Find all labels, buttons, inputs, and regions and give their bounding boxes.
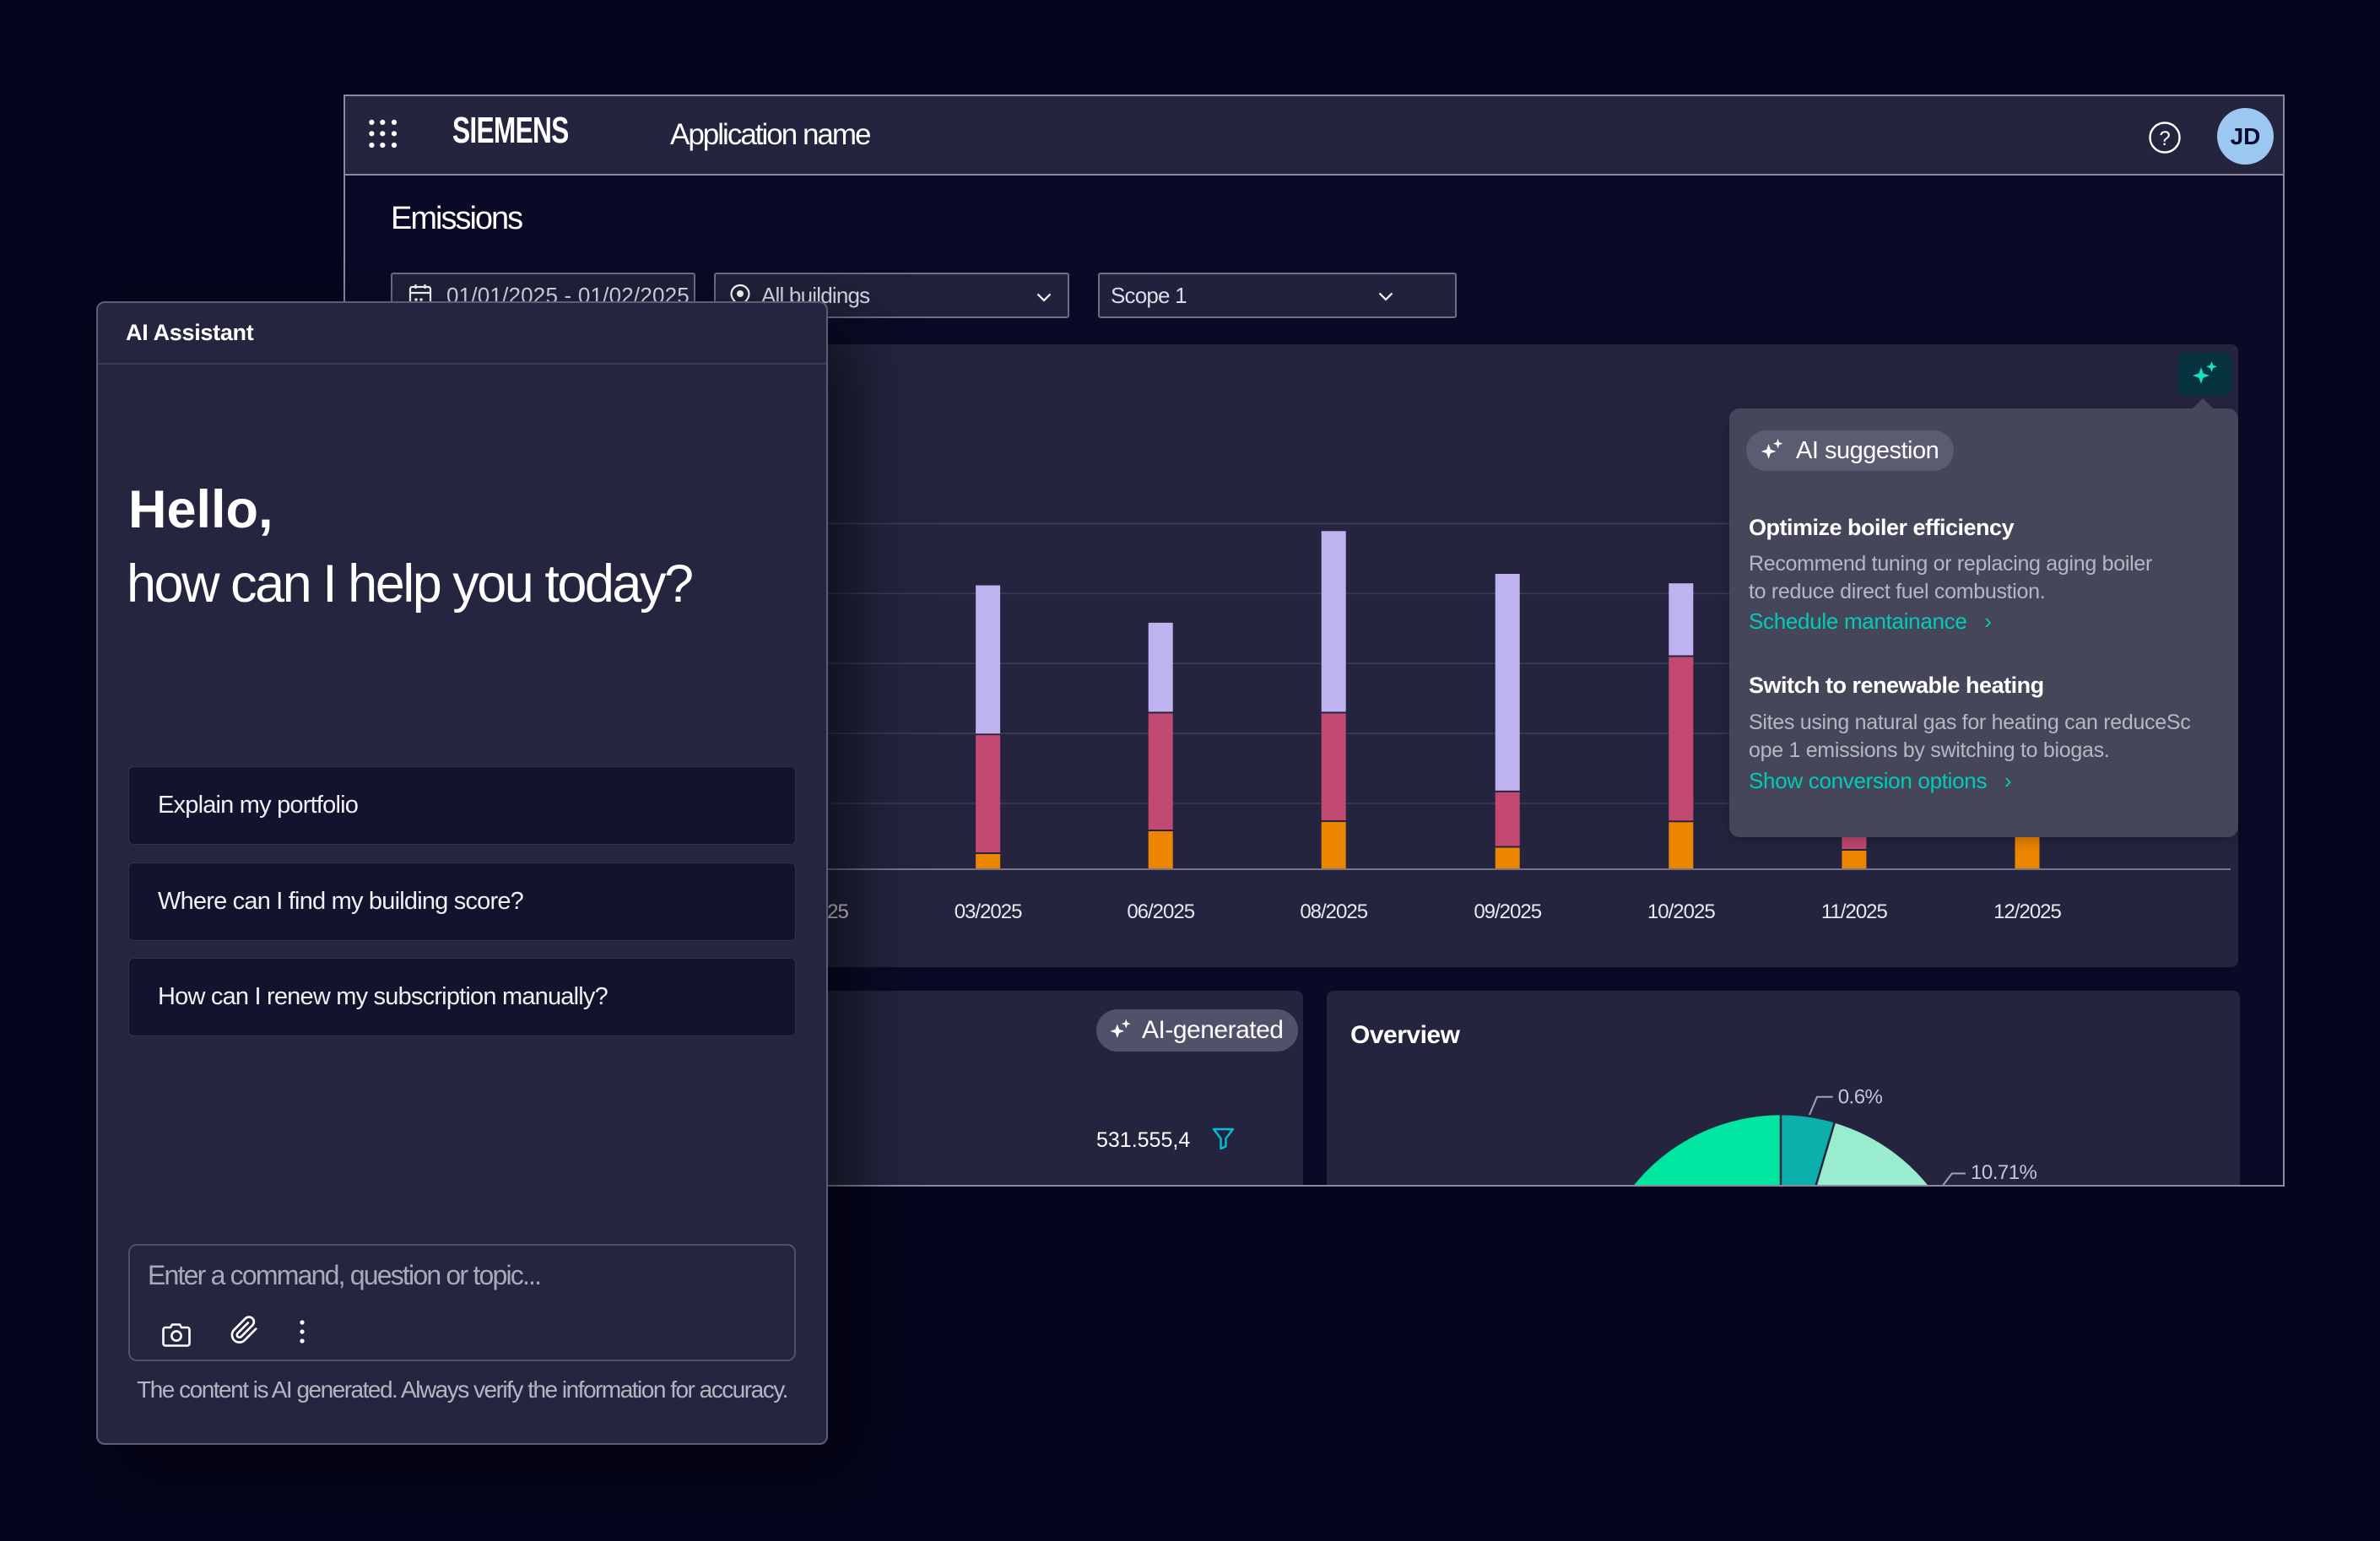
svg-text:?: ? [2159,127,2170,150]
svg-text:09/2025: 09/2025 [1474,900,1541,923]
svg-text:06/2025: 06/2025 [1127,900,1194,923]
svg-text:10.71%: 10.71% [1971,1161,2037,1184]
svg-text:12/2025: 12/2025 [1993,900,2061,923]
svg-text:11/2025: 11/2025 [1821,900,1888,923]
svg-text:10/2025: 10/2025 [1647,900,1715,923]
svg-text:08/2025: 08/2025 [1300,900,1367,923]
svg-text:0.6%: 0.6% [1838,1085,1883,1108]
svg-text:03/2025: 03/2025 [955,900,1022,923]
